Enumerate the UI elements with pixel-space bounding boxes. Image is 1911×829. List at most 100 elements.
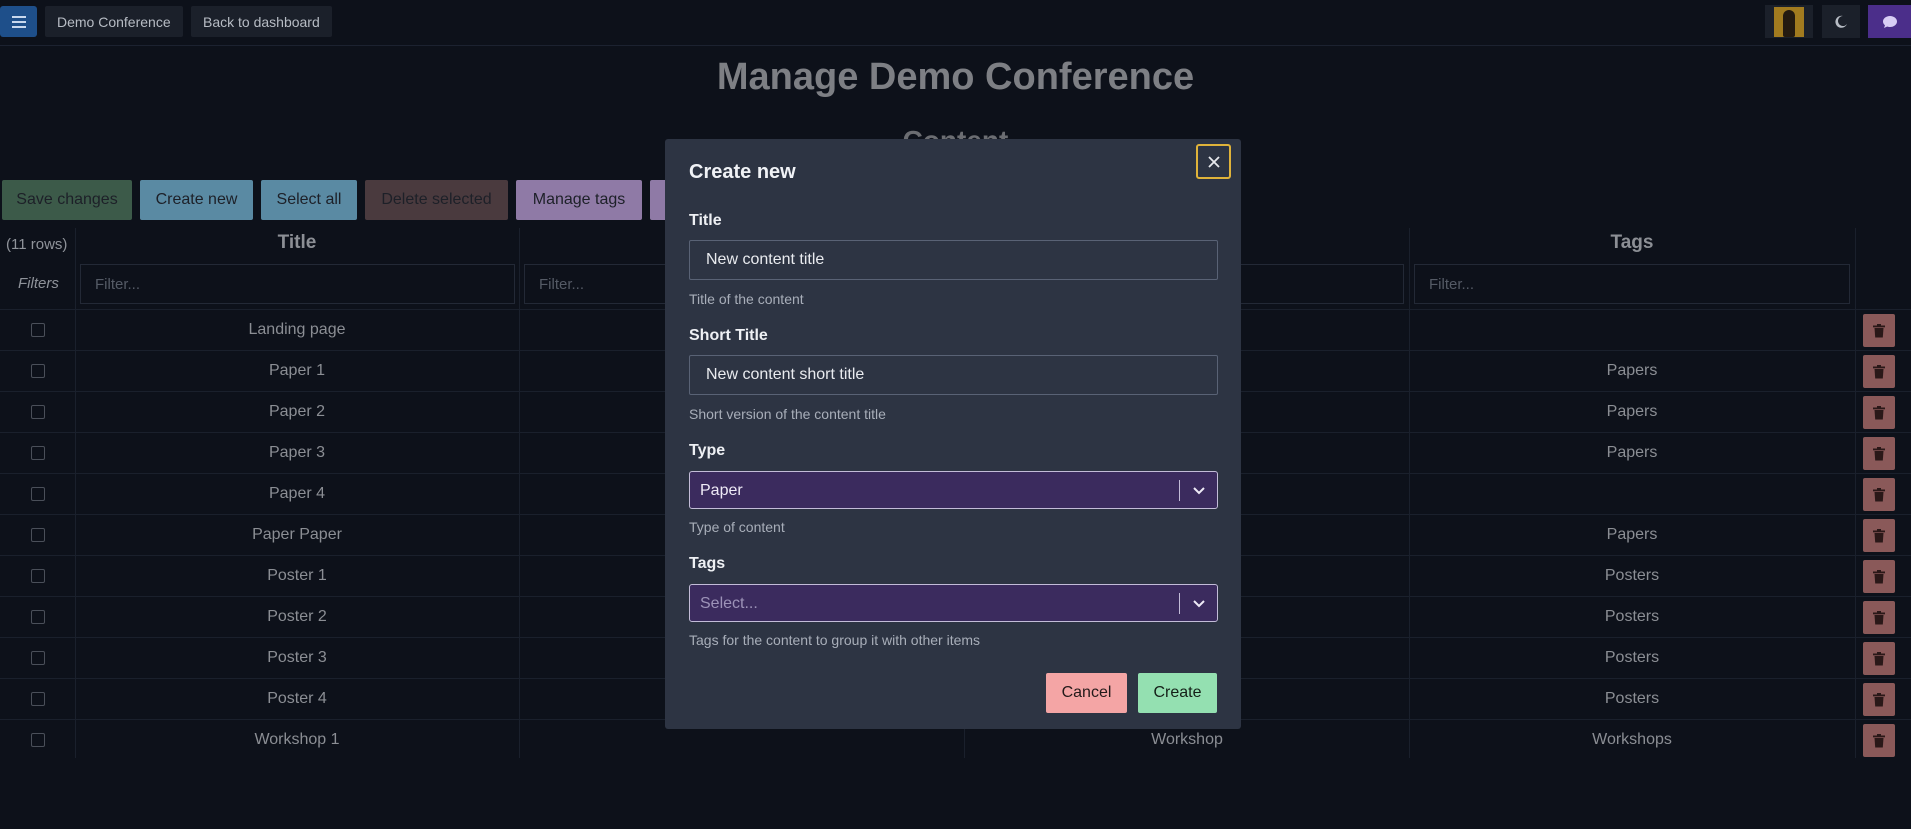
select-all-button[interactable]: Select all bbox=[261, 180, 357, 220]
user-avatar-button[interactable] bbox=[1765, 5, 1813, 38]
row-title: Poster 3 bbox=[267, 649, 327, 666]
type-label: Type bbox=[689, 442, 726, 459]
row-checkbox[interactable] bbox=[31, 323, 45, 337]
type-helper: Type of content bbox=[689, 519, 785, 535]
row-checkbox[interactable] bbox=[31, 569, 45, 583]
delete-row-button[interactable] bbox=[1863, 601, 1895, 634]
delete-row-button[interactable] bbox=[1863, 355, 1895, 388]
title-input[interactable]: New content title bbox=[689, 240, 1218, 280]
moon-icon bbox=[1834, 15, 1848, 29]
title-helper: Title of the content bbox=[689, 291, 804, 307]
close-modal-button[interactable] bbox=[1196, 144, 1231, 179]
theme-toggle-button[interactable] bbox=[1822, 5, 1860, 38]
row-tags: Papers bbox=[1606, 526, 1658, 543]
row-checkbox[interactable] bbox=[31, 651, 45, 665]
row-title: Poster 1 bbox=[267, 567, 327, 584]
row-title: Poster 2 bbox=[267, 608, 327, 625]
row-tags: Posters bbox=[1604, 608, 1660, 625]
row-checkbox[interactable] bbox=[31, 733, 45, 747]
row-checkbox[interactable] bbox=[31, 528, 45, 542]
avatar bbox=[1774, 6, 1804, 37]
short-title-label: Short Title bbox=[689, 327, 768, 344]
title-filter-input[interactable]: Filter... bbox=[80, 264, 515, 304]
trash-icon bbox=[1873, 405, 1885, 420]
delete-selected-button[interactable]: Delete selected bbox=[365, 180, 508, 220]
delete-row-button[interactable] bbox=[1863, 519, 1895, 552]
top-navbar: Demo Conference Back to dashboard bbox=[0, 0, 1911, 46]
delete-row-button[interactable] bbox=[1863, 560, 1895, 593]
create-button[interactable]: Create bbox=[1138, 673, 1217, 713]
row-title: Paper 1 bbox=[268, 362, 326, 379]
row-count: (11 rows) bbox=[6, 236, 68, 253]
row-tags: Papers bbox=[1606, 403, 1658, 420]
column-header-tags[interactable]: Tags bbox=[1411, 232, 1853, 254]
row-tags: Posters bbox=[1604, 567, 1660, 584]
trash-icon bbox=[1873, 569, 1885, 584]
row-tags: Posters bbox=[1604, 690, 1660, 707]
row-checkbox[interactable] bbox=[31, 487, 45, 501]
tags-select[interactable]: Select... bbox=[689, 584, 1218, 622]
create-new-button[interactable]: Create new bbox=[140, 180, 253, 220]
trash-icon bbox=[1873, 446, 1885, 461]
row-title: Landing page bbox=[248, 321, 346, 338]
select-separator bbox=[1179, 480, 1180, 501]
row-checkbox[interactable] bbox=[31, 446, 45, 460]
chevron-down-icon[interactable] bbox=[1190, 480, 1208, 500]
modal-title: Create new bbox=[689, 161, 796, 183]
trash-icon bbox=[1873, 487, 1885, 502]
delete-row-button[interactable] bbox=[1863, 437, 1895, 470]
conference-link[interactable]: Demo Conference bbox=[45, 6, 183, 37]
chevron-down-icon[interactable] bbox=[1190, 593, 1208, 613]
row-tags: Posters bbox=[1604, 649, 1660, 666]
type-select[interactable]: Paper bbox=[689, 471, 1218, 509]
row-checkbox[interactable] bbox=[31, 692, 45, 706]
row-title: Workshop 1 bbox=[254, 731, 340, 748]
short-title-helper: Short version of the content title bbox=[689, 406, 886, 422]
type-select-value: Paper bbox=[700, 482, 743, 499]
row-type: Workshop bbox=[1151, 731, 1223, 748]
tags-select-placeholder: Select... bbox=[700, 595, 758, 612]
tags-label: Tags bbox=[689, 555, 726, 572]
trash-icon bbox=[1873, 692, 1885, 707]
create-new-modal: Create new Title New content title Title… bbox=[665, 139, 1241, 729]
column-header-title[interactable]: Title bbox=[76, 232, 518, 254]
row-checkbox[interactable] bbox=[31, 610, 45, 624]
chat-button[interactable] bbox=[1868, 5, 1911, 38]
delete-row-button[interactable] bbox=[1863, 478, 1895, 511]
page-title: Manage Demo Conference bbox=[716, 56, 1195, 98]
tags-filter-input[interactable]: Filter... bbox=[1414, 264, 1850, 304]
hamburger-icon bbox=[11, 15, 26, 28]
filters-label: Filters bbox=[18, 275, 59, 292]
row-checkbox[interactable] bbox=[31, 405, 45, 419]
row-tags: Workshops bbox=[1592, 731, 1672, 748]
row-title: Paper Paper bbox=[252, 526, 342, 543]
tags-helper: Tags for the content to group it with ot… bbox=[689, 632, 981, 648]
select-separator bbox=[1179, 593, 1180, 614]
trash-icon bbox=[1873, 364, 1885, 379]
manage-tags-button[interactable]: Manage tags bbox=[516, 180, 642, 220]
row-title: Paper 3 bbox=[268, 444, 326, 461]
row-title: Paper 2 bbox=[268, 403, 326, 420]
close-icon bbox=[1207, 155, 1220, 168]
row-title: Poster 4 bbox=[267, 690, 327, 707]
save-changes-button[interactable]: Save changes bbox=[2, 180, 132, 220]
row-tags: Papers bbox=[1606, 444, 1658, 461]
short-title-input[interactable]: New content short title bbox=[689, 355, 1218, 395]
row-title: Paper 4 bbox=[268, 485, 326, 502]
delete-row-button[interactable] bbox=[1863, 396, 1895, 429]
row-checkbox[interactable] bbox=[31, 364, 45, 378]
trash-icon bbox=[1873, 528, 1885, 543]
delete-row-button[interactable] bbox=[1863, 642, 1895, 675]
cancel-button[interactable]: Cancel bbox=[1046, 673, 1127, 713]
back-to-dashboard-link[interactable]: Back to dashboard bbox=[191, 6, 332, 37]
trash-icon bbox=[1873, 651, 1885, 666]
menu-button[interactable] bbox=[0, 6, 37, 37]
delete-row-button[interactable] bbox=[1863, 724, 1895, 757]
trash-icon bbox=[1873, 610, 1885, 625]
delete-row-button[interactable] bbox=[1863, 314, 1895, 347]
title-label: Title bbox=[689, 212, 722, 229]
row-tags: Papers bbox=[1606, 362, 1658, 379]
trash-icon bbox=[1873, 733, 1885, 748]
delete-row-button[interactable] bbox=[1863, 683, 1895, 716]
trash-icon bbox=[1873, 323, 1885, 338]
